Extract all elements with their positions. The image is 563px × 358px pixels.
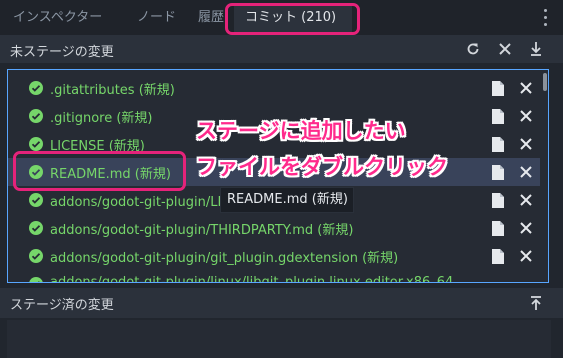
discard-file-icon[interactable] <box>520 138 532 150</box>
check-icon <box>29 109 43 123</box>
unstaged-header: 未ステージの変更 <box>0 35 563 63</box>
open-file-icon[interactable] <box>492 81 504 96</box>
file-name: .gitattributes (新規) <box>50 83 175 98</box>
open-file-icon[interactable] <box>492 249 504 264</box>
file-row[interactable]: addons/godot-git-plugin/git_plugin.gdext… <box>8 242 540 270</box>
discard-file-icon[interactable] <box>520 250 532 262</box>
more-options-icon[interactable] <box>544 9 548 27</box>
file-name: .gitignore (新規) <box>50 111 153 126</box>
scrollbar-thumb[interactable] <box>543 73 547 91</box>
check-icon <box>29 193 43 207</box>
discard-file-icon[interactable] <box>520 82 532 94</box>
tab-node[interactable]: ノード <box>137 0 176 35</box>
file-row[interactable]: .gitattributes (新規) <box>8 74 540 102</box>
open-file-icon[interactable] <box>492 137 504 152</box>
commit-tab-highlight <box>225 3 360 35</box>
refresh-icon[interactable] <box>464 40 482 58</box>
staged-header: ステージ済の変更 <box>0 288 563 318</box>
stage-all-icon[interactable] <box>527 40 545 58</box>
check-icon <box>29 277 43 282</box>
file-name: addons/godot-git-plugin/git_plugin.gdext… <box>50 251 399 266</box>
tab-history[interactable]: 履歴 <box>198 0 224 35</box>
open-file-icon[interactable] <box>492 109 504 124</box>
open-file-icon[interactable] <box>492 193 504 208</box>
tab-inspector[interactable]: インスペクター <box>13 0 102 35</box>
discard-file-icon[interactable] <box>520 222 532 234</box>
unstage-all-icon[interactable] <box>527 294 545 312</box>
discard-file-icon[interactable] <box>520 166 532 178</box>
discard-file-icon[interactable] <box>520 194 532 206</box>
open-file-icon[interactable] <box>492 165 504 180</box>
check-icon <box>29 249 43 263</box>
open-file-icon[interactable] <box>492 221 504 236</box>
check-icon <box>29 137 43 151</box>
staged-file-list[interactable] <box>7 320 551 358</box>
annotation-line-2: ファイルをダブルクリック <box>196 155 448 179</box>
file-name: addons/godot-git-plugin/THIRDPARTY.md (新… <box>50 223 354 238</box>
list-scrollbar[interactable] <box>541 71 547 281</box>
unstaged-title: 未ステージの変更 <box>10 45 114 60</box>
file-row[interactable]: addons/godot-git-plugin/linux/libgit_plu… <box>8 270 540 283</box>
discard-file-icon[interactable] <box>520 110 532 122</box>
check-icon <box>29 221 43 235</box>
annotation-line-1: ステージに追加したい <box>196 119 406 143</box>
file-name: addons/godot-git-plugin/linux/libgit_plu… <box>50 275 454 283</box>
file-row[interactable]: addons/godot-git-plugin/THIRDPARTY.md (新… <box>8 214 540 242</box>
readme-highlight <box>13 151 186 191</box>
discard-all-icon[interactable] <box>496 40 514 58</box>
check-icon <box>29 81 43 95</box>
filename-tooltip: README.md (新規) <box>220 187 354 213</box>
staged-title: ステージ済の変更 <box>10 298 114 313</box>
